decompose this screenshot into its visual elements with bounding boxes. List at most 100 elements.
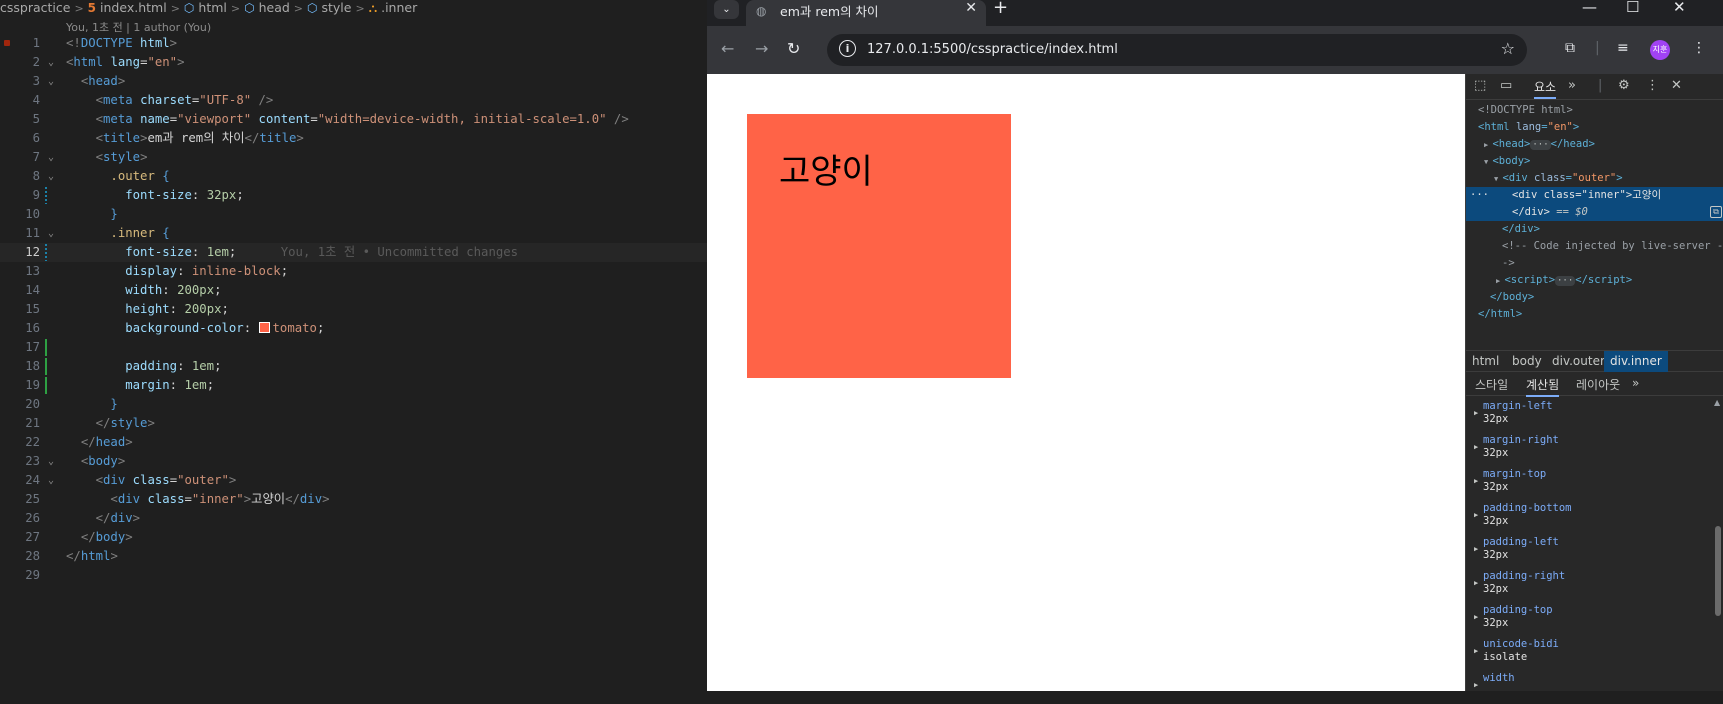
code-text[interactable]: padding: 1em; xyxy=(66,357,221,376)
code-line[interactable]: 5 <meta name="viewport" content="width=d… xyxy=(0,110,707,129)
fold-chevron-icon[interactable]: ⌄ xyxy=(48,224,54,243)
code-line[interactable]: 2 ⌄ <html lang="en"> xyxy=(0,53,707,72)
dom-div-outer-close[interactable]: </div> xyxy=(1466,221,1723,238)
code-text[interactable]: .inner { xyxy=(66,224,169,243)
kebab-menu-icon[interactable]: ⋮ xyxy=(1646,78,1659,93)
code-line[interactable]: 24 ⌄ <div class="outer"> xyxy=(0,471,707,490)
expand-triangle-icon[interactable]: ▶ xyxy=(1474,511,1478,519)
expand-triangle-icon[interactable]: ▶ xyxy=(1474,545,1478,553)
fold-chevron-icon[interactable]: ⌄ xyxy=(48,53,54,72)
back-icon[interactable]: ← xyxy=(721,39,734,58)
fold-chevron-icon[interactable]: ⌄ xyxy=(48,452,54,471)
expand-triangle-icon[interactable]: ▶ xyxy=(1474,409,1478,417)
code-text[interactable]: <body> xyxy=(66,452,125,471)
git-added-indicator[interactable] xyxy=(45,339,47,356)
code-line[interactable]: 27 </body> xyxy=(0,528,707,547)
code-line[interactable]: 28 </html> xyxy=(0,547,707,566)
computed-property[interactable]: ▶ margin-right 32px xyxy=(1466,432,1706,466)
site-info-icon[interactable]: i xyxy=(839,40,856,57)
fold-chevron-icon[interactable]: ⌄ xyxy=(48,148,54,167)
code-line[interactable]: 6 <title>em과 rem의 차이</title> xyxy=(0,129,707,148)
expand-triangle-icon[interactable]: ▶ xyxy=(1474,579,1478,587)
dom-html[interactable]: <html lang="en"> xyxy=(1466,119,1723,136)
expand-triangle-icon[interactable]: ▶ xyxy=(1474,613,1478,621)
git-added-indicator[interactable] xyxy=(45,358,47,375)
computed-property[interactable]: ▶ margin-left 32px xyxy=(1466,398,1706,432)
fold-chevron-icon[interactable]: ⌄ xyxy=(48,72,54,91)
code-line[interactable]: 25 <div class="inner">고양이</div> xyxy=(0,490,707,509)
device-toolbar-icon[interactable]: ▭ xyxy=(1500,78,1512,93)
code-text[interactable]: <meta name="viewport" content="width=dev… xyxy=(66,110,629,129)
code-text[interactable]: .outer { xyxy=(66,167,169,186)
close-devtools-icon[interactable]: ✕ xyxy=(1671,78,1682,93)
media-control-icon[interactable]: ≡ xyxy=(1617,40,1629,56)
code-line[interactable]: 18 padding: 1em; xyxy=(0,357,707,376)
tab-styles[interactable]: 스타일 xyxy=(1475,376,1508,393)
computed-properties[interactable]: ▶ margin-left 32px ▶ margin-right 32px ▶ margin… xyxy=(1466,398,1706,704)
dom-tree[interactable]: <!DOCTYPE html> <html lang="en"> ▶ <head… xyxy=(1466,102,1723,323)
tab-computed[interactable]: 계산됨 xyxy=(1526,376,1560,397)
tab-search-button[interactable]: ⌄ xyxy=(714,0,739,19)
bc-html[interactable]: html xyxy=(1472,354,1499,368)
expand-triangle-icon[interactable]: ▶ xyxy=(1474,681,1478,689)
more-tabs-icon[interactable]: » xyxy=(1632,376,1639,390)
code-text[interactable]: font-size: 1em; You, 1초 전 • Uncommitted … xyxy=(66,243,518,262)
more-options-icon[interactable]: ··· xyxy=(1470,187,1489,204)
scroll-thumb[interactable] xyxy=(1715,526,1721,616)
code-line[interactable]: 29 xyxy=(0,566,707,585)
expand-triangle-icon[interactable]: ▶ xyxy=(1474,443,1478,451)
fold-chevron-icon[interactable]: ⌄ xyxy=(48,471,54,490)
code-text[interactable]: <meta charset="UTF-8" /> xyxy=(66,91,274,110)
computed-property[interactable]: ▶ padding-right 32px xyxy=(1466,568,1706,602)
code-line[interactable]: 11 ⌄ .inner { xyxy=(0,224,707,243)
code-line[interactable]: 9 font-size: 32px; xyxy=(0,186,707,205)
code-line[interactable]: 1 <!DOCTYPE html> xyxy=(0,34,707,53)
code-line[interactable]: 19 margin: 1em; xyxy=(0,376,707,395)
code-line[interactable]: 16 background-color: tomato; xyxy=(0,319,707,338)
code-line[interactable]: 22 </head> xyxy=(0,433,707,452)
breadcrumb-html[interactable]: html xyxy=(198,0,226,15)
reload-icon[interactable]: ↻ xyxy=(787,39,800,58)
dom-doctype[interactable]: <!DOCTYPE html> xyxy=(1466,102,1723,119)
code-text[interactable]: } xyxy=(66,205,117,224)
dom-comment[interactable]: <!-- Code injected by live-server - xyxy=(1466,238,1723,255)
breadcrumb-folder[interactable]: csspractice xyxy=(0,0,70,15)
code-line[interactable]: 20 } xyxy=(0,395,707,414)
code-text[interactable]: <html lang="en"> xyxy=(66,53,185,72)
computed-property[interactable]: ▶ padding-top 32px xyxy=(1466,602,1706,636)
ellipsis-icon[interactable]: ··· xyxy=(1530,140,1551,150)
maximize-icon[interactable]: ☐ xyxy=(1626,0,1639,16)
ellipsis-icon[interactable]: ··· xyxy=(1555,276,1576,286)
code-text[interactable]: </head> xyxy=(66,433,133,452)
computed-property[interactable]: ▶ unicode-bidi isolate xyxy=(1466,636,1706,670)
dom-body[interactable]: ▼ <body> xyxy=(1466,153,1723,170)
dom-div-outer[interactable]: ▼ <div class="outer"> xyxy=(1466,170,1723,187)
fold-chevron-icon[interactable]: ⌄ xyxy=(48,167,54,186)
git-modified-indicator[interactable] xyxy=(45,244,47,261)
dom-script[interactable]: ▶ <script> ··· </script> xyxy=(1466,272,1723,289)
dom-body-close[interactable]: </body> xyxy=(1466,289,1723,306)
code-line[interactable]: 21 </style> xyxy=(0,414,707,433)
settings-gear-icon[interactable]: ⚙ xyxy=(1618,78,1630,93)
bc-body[interactable]: body xyxy=(1512,354,1542,368)
breakpoint-indicator[interactable] xyxy=(4,40,10,46)
code-line[interactable]: 8 ⌄ .outer { xyxy=(0,167,707,186)
code-text[interactable]: width: 200px; xyxy=(66,281,221,300)
bookmark-star-icon[interactable]: ☆ xyxy=(1501,39,1515,58)
copy-icon[interactable]: ⧉ xyxy=(1710,206,1722,218)
bc-div-outer[interactable]: div.outer xyxy=(1552,354,1605,368)
color-swatch[interactable] xyxy=(258,322,270,333)
code-text[interactable]: font-size: 32px; xyxy=(66,186,243,205)
code-line[interactable]: 12 font-size: 1em; You, 1초 전 • Uncommitt… xyxy=(0,243,707,262)
dom-comment-end[interactable]: -> xyxy=(1466,255,1723,272)
code-lines[interactable]: 1 <!DOCTYPE html> 2 ⌄ <html lang="en"> 3 ⌄ <he… xyxy=(0,34,707,585)
computed-property[interactable]: ▶ padding-left 32px xyxy=(1466,534,1706,568)
code-text[interactable]: <head> xyxy=(66,72,125,91)
code-text[interactable]: <!DOCTYPE html> xyxy=(66,34,177,53)
code-line[interactable]: 4 <meta charset="UTF-8" /> xyxy=(0,91,707,110)
code-text[interactable]: margin: 1em; xyxy=(66,376,214,395)
computed-property[interactable]: ▶ margin-top 32px xyxy=(1466,466,1706,500)
new-tab-button[interactable]: + xyxy=(993,0,1008,18)
code-text[interactable]: <div class="outer"> xyxy=(66,471,237,490)
tab-elements[interactable]: 요소 xyxy=(1534,78,1557,99)
